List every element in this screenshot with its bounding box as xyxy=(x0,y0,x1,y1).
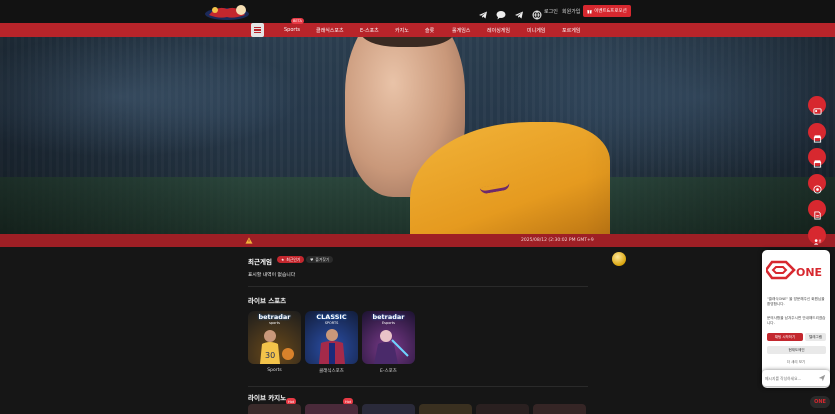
nav-item-esports[interactable]: E-스포츠 xyxy=(360,27,379,34)
esports-card[interactable]: betradar Esports xyxy=(362,311,415,364)
chat-message-input[interactable] xyxy=(765,374,817,382)
id-card-icon xyxy=(812,101,822,115)
esports-card-label: E-스포츠 xyxy=(380,369,397,374)
chat-brand: ONE xyxy=(796,266,822,279)
sports-card-brand: betradar xyxy=(258,313,291,321)
section-divider-2 xyxy=(248,386,588,387)
recent-popular-label: 최근인기 xyxy=(286,256,301,262)
recent-empty-message: 표시할 내역이 없습니다 xyxy=(248,273,296,278)
fab-user-card[interactable] xyxy=(808,226,826,245)
nav-item-rollgames[interactable]: 롤게임스 xyxy=(452,27,470,34)
sports-card-label: Sports xyxy=(267,368,282,373)
nav-item-classic-sports[interactable]: 클래식스포츠 xyxy=(316,27,344,34)
esports-character-graphic xyxy=(374,330,409,364)
sports-card[interactable]: betradar sports 30 xyxy=(248,311,301,364)
fab-document[interactable] xyxy=(808,200,826,220)
esports-card-sub: Esports xyxy=(381,321,396,325)
nav-item-sports[interactable]: Sports xyxy=(284,27,300,33)
hamburger-menu-button[interactable] xyxy=(251,23,264,37)
basketball-player-graphic: 30 xyxy=(260,330,294,364)
fab-store[interactable] xyxy=(808,123,826,143)
chat-start-label: 채팅 시작하기 xyxy=(774,334,796,339)
favorites-label: 즐겨찾기 xyxy=(315,256,330,262)
heart-icon: ♥ xyxy=(310,257,314,262)
promo-button[interactable]: 이벤트&프로모션 xyxy=(583,5,631,17)
chat-telegram-button[interactable]: 텔레그램 xyxy=(805,333,826,341)
esports-card-brand: betradar xyxy=(372,313,405,321)
nav-item-casino[interactable]: 카지노 xyxy=(395,27,409,34)
user-card-icon xyxy=(813,231,822,245)
classic-sports-card[interactable]: CLASSIC SPORTS xyxy=(305,311,358,364)
sports-card-sub: sports xyxy=(269,321,280,325)
fab-id-card[interactable] xyxy=(808,96,826,115)
nav-item-slot[interactable]: 슬롯 xyxy=(425,27,434,34)
promo-label: 이벤트&프로모션 xyxy=(594,9,627,14)
bottom-logo-label: ONE xyxy=(814,399,826,405)
recent-popular-chip[interactable]: ★ 최근인기 xyxy=(277,256,305,263)
beta-badge-label: BETA xyxy=(293,19,302,23)
join-link[interactable]: 회원가입 xyxy=(562,8,580,15)
warning-icon xyxy=(245,237,253,244)
svg-text:30: 30 xyxy=(265,351,275,360)
document-icon xyxy=(813,205,822,220)
casino-card[interactable] xyxy=(305,404,358,414)
chat-telegram-label: 텔레그램 xyxy=(809,334,822,339)
gift-icon xyxy=(587,9,592,13)
coin-avatar[interactable] xyxy=(612,252,626,266)
nav-item-porgames[interactable]: 포르게임 xyxy=(562,27,580,34)
favorites-chip[interactable]: ♥ 즐겨찾기 xyxy=(306,256,334,263)
chat-icon[interactable] xyxy=(496,5,506,20)
nav-item-racing[interactable]: 레이싱게임 xyxy=(487,27,510,34)
page: 로그인 회원가입 이벤트&프로모션 BETA Sports 클래식스포츠 E-스… xyxy=(0,0,835,414)
recent-games-title: 최근게임 xyxy=(248,258,272,266)
main-nav xyxy=(0,23,835,37)
classic-card-brand: CLASSIC xyxy=(316,313,347,321)
casino-card[interactable] xyxy=(533,404,586,414)
casino-card[interactable] xyxy=(362,404,415,414)
telegram-icon[interactable] xyxy=(478,5,488,19)
send-icon[interactable] xyxy=(818,374,826,382)
login-link[interactable]: 로그인 xyxy=(544,8,558,15)
casino-card[interactable] xyxy=(476,404,529,414)
storefront-icon xyxy=(813,153,822,168)
chat-input-bar xyxy=(762,370,830,386)
chat-more-link[interactable]: 더 새리 보기 xyxy=(762,360,830,365)
store-icon xyxy=(813,128,822,143)
support-icon xyxy=(812,179,822,194)
soccer-player-graphic xyxy=(319,329,345,364)
chat-start-button[interactable]: 채팅 시작하기 xyxy=(767,333,803,341)
live-casino-title: 라이브 카지노 xyxy=(248,394,287,402)
classic-card-label: 클래식스포츠 xyxy=(319,369,344,374)
ticker-datetime: 2025/08/12 (2:30:02 PM GMT+9 xyxy=(521,238,594,243)
notice-ticker xyxy=(0,234,835,247)
fab-support[interactable] xyxy=(808,174,826,194)
top-social-icons xyxy=(478,5,542,20)
bottom-one-logo[interactable]: ONE xyxy=(810,396,830,408)
chat-prompt: 문의사항을 남겨주시면 안내해드리겠습니다. xyxy=(767,316,826,325)
hero-vignette xyxy=(0,37,835,234)
chat-domain-button[interactable]: 현재도메인 xyxy=(767,346,826,354)
chat-widget: ONE "클래식ONE" 을 방문해주신 회원님을 환영합니다. 문의사항을 남… xyxy=(762,250,830,388)
nav-item-minigame[interactable]: 미니게임 xyxy=(527,27,545,34)
live-sports-title: 라이브 스포츠 xyxy=(248,297,287,305)
classic-card-sub: SPORTS xyxy=(324,321,339,325)
casino-card[interactable] xyxy=(248,404,301,414)
section-divider xyxy=(248,286,588,287)
top-header xyxy=(0,0,835,23)
casino-card[interactable] xyxy=(419,404,472,414)
globe-icon[interactable] xyxy=(532,5,542,20)
chat-greeting: "클래식ONE" 을 방문해주신 회원님을 환영합니다. xyxy=(767,297,825,306)
telegram-alt-icon[interactable] xyxy=(514,5,524,19)
fab-storefront[interactable] xyxy=(808,148,826,168)
beta-badge: BETA xyxy=(291,18,304,24)
hero-banner xyxy=(0,37,835,234)
site-logo[interactable] xyxy=(203,3,251,21)
chat-domain-label: 현재도메인 xyxy=(788,347,805,352)
star-icon: ★ xyxy=(281,257,285,262)
hot-badge-2-label: Hot xyxy=(345,399,352,404)
hot-badge-label: Hot xyxy=(288,399,295,404)
one-logo: ONE xyxy=(766,260,822,280)
